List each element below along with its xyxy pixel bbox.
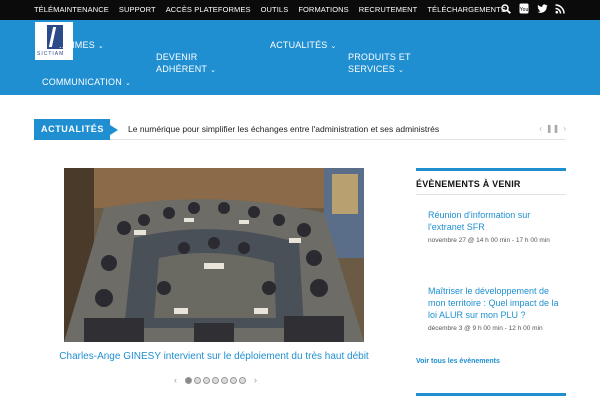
top-link-formations[interactable]: FORMATIONS	[298, 5, 348, 14]
ticker-label: ACTUALITÉS	[34, 119, 118, 140]
nav-item-produits-services[interactable]: PRODUITS ET SERVICES ⌄	[348, 39, 411, 77]
top-link-telemaintenance[interactable]: TÉLÉMAINTENANCE	[34, 5, 109, 14]
event-date: décembre 3 @ 9 h 00 min - 12 h 00 min	[428, 325, 543, 332]
nav-item-programmes[interactable]: ...MMES ⌄	[59, 39, 104, 53]
chevron-down-icon: ⌄	[210, 67, 217, 74]
events-divider	[416, 194, 566, 195]
top-link-acces-plateformes[interactable]: ACCÈS PLATEFORMES	[166, 5, 251, 14]
slider-dot[interactable]	[221, 376, 228, 384]
event-date: novembre 27 @ 14 h 00 min - 17 h 00 min	[428, 237, 550, 244]
news-ticker: ACTUALITÉS Le numérique pour simplifier …	[34, 119, 566, 140]
social-icons: You	[500, 3, 566, 17]
nav-item-devenir-adherent[interactable]: DEVENIR ADHÉRENT ⌄	[156, 39, 216, 77]
slider-dot[interactable]	[185, 376, 192, 384]
slider-dot[interactable]	[203, 376, 210, 384]
ticker-message[interactable]: Le numérique pour simplifier les échange…	[128, 124, 439, 134]
slider-dot[interactable]	[230, 376, 237, 384]
chevron-down-icon: ⌄	[397, 67, 405, 74]
slider-caption[interactable]: Charles-Ange GINESY intervient sur le dé…	[34, 351, 394, 362]
slider-dot[interactable]	[194, 376, 201, 384]
top-bar: TÉLÉMAINTENANCE SUPPORT ACCÈS PLATEFORME…	[0, 0, 600, 20]
nav-label-actualites: ACTUALITÉS	[270, 40, 328, 50]
chevron-right-icon[interactable]: ›	[563, 124, 566, 133]
chevron-right-icon[interactable]: ›	[254, 375, 257, 385]
ticker-controls: ‹ ❚❚ ›	[539, 124, 566, 133]
nav-item-communication[interactable]: COMMUNICATION ⌄	[42, 76, 131, 90]
events-top-rule	[416, 168, 566, 171]
chevron-down-icon: ⌄	[124, 80, 132, 87]
nav-label-programmes: ...MMES	[59, 40, 95, 50]
events-title: ÉVÈNEMENTS À VENIR	[416, 179, 521, 189]
twitter-icon[interactable]	[536, 3, 548, 17]
slider-dot[interactable]	[239, 376, 246, 384]
chevron-down-icon: ⌄	[330, 43, 337, 50]
event-title[interactable]: Réunion d'information sur l'extranet SFR	[428, 209, 566, 233]
top-link-recrutement[interactable]: RECRUTEMENT	[359, 5, 418, 14]
chevron-left-icon[interactable]: ‹	[539, 124, 542, 133]
chevron-down-icon: ⌄	[97, 43, 104, 50]
youtube-icon[interactable]: You	[518, 3, 530, 17]
slider-pagination: ‹ ›	[168, 375, 263, 385]
slider-image[interactable]	[64, 168, 364, 342]
top-link-outils[interactable]: OUTILS	[261, 5, 289, 14]
events-bottom-rule	[416, 393, 566, 396]
top-link-telechargements[interactable]: TÉLÉCHARGEMENTS	[427, 5, 506, 14]
event-item: Maîtriser le développement de mon territ…	[428, 285, 566, 333]
event-title[interactable]: Maîtriser le développement de mon territ…	[428, 285, 566, 321]
chevron-left-icon[interactable]: ‹	[174, 375, 177, 385]
rss-icon[interactable]	[554, 3, 566, 17]
nav-label-communication: COMMUNICATION	[42, 77, 122, 87]
all-events-link[interactable]: Voir tous les évènements	[416, 358, 500, 365]
top-links: TÉLÉMAINTENANCE SUPPORT ACCÈS PLATEFORME…	[34, 5, 516, 14]
nav-item-actualites[interactable]: ACTUALITÉS ⌄	[270, 39, 337, 53]
nav-label-devenir-adherent: DEVENIR ADHÉRENT	[156, 52, 208, 74]
pause-icon[interactable]: ❚❚	[546, 124, 559, 133]
event-item: Réunion d'information sur l'extranet SFR…	[428, 209, 566, 245]
search-icon[interactable]	[500, 3, 512, 17]
top-link-support[interactable]: SUPPORT	[119, 5, 156, 14]
svg-text:You: You	[520, 7, 529, 13]
main-nav: SICTIAM ...MMES ⌄ DEVENIR ADHÉRENT ⌄ ACTUA…	[0, 20, 600, 95]
meeting-photo	[64, 168, 364, 342]
slider-dot[interactable]	[212, 376, 219, 384]
